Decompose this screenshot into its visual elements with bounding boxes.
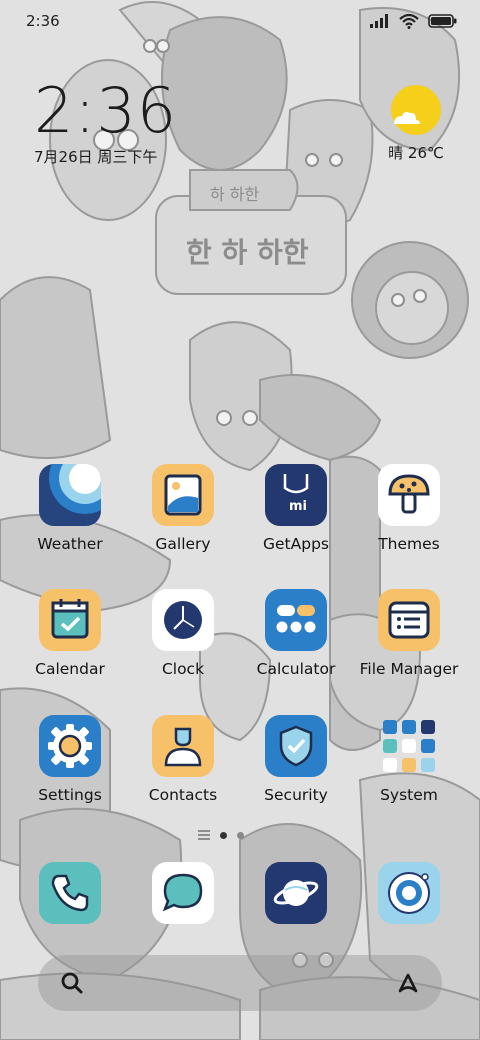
gallery-icon (152, 464, 214, 526)
app-getapps[interactable]: mi GetApps (241, 464, 351, 553)
app-label: Contacts (148, 786, 218, 804)
battery-icon (428, 14, 457, 28)
sunny-cloud-icon (390, 84, 442, 136)
search-bar[interactable] (38, 955, 442, 1011)
calendar-icon (39, 589, 101, 651)
app-label: Calculator (256, 660, 336, 678)
calculator-icon (265, 589, 327, 651)
wallpaper-small-text: 하 하한 (210, 185, 260, 204)
app-label: Settings (38, 786, 102, 804)
app-system-folder[interactable]: System (354, 715, 464, 804)
app-label: GetApps (263, 535, 329, 553)
app-contacts[interactable]: Contacts (128, 715, 238, 804)
dock-camera[interactable] (354, 862, 464, 924)
app-themes[interactable]: Themes (354, 464, 464, 553)
app-label: System (380, 786, 438, 804)
app-label: Weather (37, 535, 103, 553)
app-label: Calendar (35, 660, 105, 678)
getapps-icon: mi (265, 464, 327, 526)
wifi-icon (399, 13, 419, 29)
dock-phone[interactable] (15, 862, 125, 924)
phone-icon (39, 862, 101, 924)
weather-widget[interactable]: 晴 26℃ (386, 84, 446, 163)
app-settings[interactable]: Settings (15, 715, 125, 804)
app-clock[interactable]: Clock (128, 589, 238, 678)
svg-text:mi: mi (289, 499, 307, 514)
clock-widget[interactable]: 2:36 7月26日 周三下午 (34, 78, 177, 167)
themes-icon (378, 464, 440, 526)
app-label: Clock (161, 660, 205, 678)
page-dot[interactable] (237, 831, 244, 839)
browser-icon (265, 862, 327, 924)
app-label: File Manager (359, 660, 459, 678)
security-icon (265, 715, 327, 777)
app-weather[interactable]: Weather (15, 464, 125, 553)
assistant-icon[interactable] (394, 969, 422, 997)
app-security[interactable]: Security (241, 715, 351, 804)
signal-icon (370, 14, 388, 28)
status-time: 2:36 (26, 12, 60, 30)
clock-icon (152, 589, 214, 651)
settings-icon (39, 715, 101, 777)
page-indicator[interactable] (198, 830, 244, 840)
weather-icon (39, 464, 101, 526)
dock-browser[interactable] (241, 862, 351, 924)
app-label: Themes (378, 535, 440, 553)
app-label: Gallery (155, 535, 211, 553)
app-label: Security (264, 786, 328, 804)
weather-temp: 晴 26℃ (388, 144, 444, 162)
app-calculator[interactable]: Calculator (241, 589, 351, 678)
camera-icon (378, 862, 440, 924)
contacts-icon (152, 715, 214, 777)
menu-lines-icon (198, 830, 210, 840)
app-calendar[interactable]: Calendar (15, 589, 125, 678)
file-manager-icon (378, 589, 440, 651)
clock-date: 7月26日 周三下午 (34, 148, 158, 166)
wallpaper-large-text: 한 하 하한 (186, 236, 309, 269)
messages-icon (152, 862, 214, 924)
page-dot-active[interactable] (220, 831, 227, 839)
clock-time: 2:36 (34, 74, 178, 147)
app-file-manager[interactable]: File Manager (354, 589, 464, 678)
search-icon[interactable] (58, 969, 86, 997)
system-folder-icon (378, 715, 440, 777)
status-bar: 2:36 (0, 0, 480, 40)
app-gallery[interactable]: Gallery (128, 464, 238, 553)
dock-messages[interactable] (128, 862, 238, 924)
